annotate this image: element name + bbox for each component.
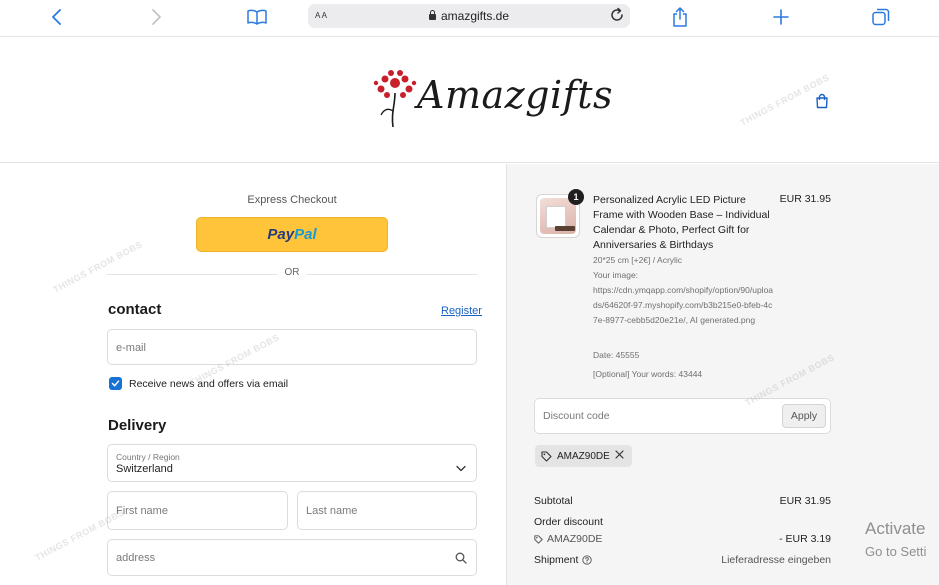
email-placeholder: e-mail [116, 342, 146, 354]
checkout-form: Express Checkout Pay Pal OR contact Regis… [0, 164, 506, 585]
paypal-label-pal: Pal [294, 226, 317, 243]
rose-icon [373, 70, 417, 128]
apply-button[interactable]: Apply [782, 404, 826, 428]
or-label: OR [284, 267, 300, 278]
new-tab-icon[interactable] [768, 6, 794, 28]
address-placeholder: address [116, 552, 156, 564]
email-field[interactable]: e-mail [107, 329, 477, 365]
product-price: EUR 31.95 [779, 193, 831, 205]
shipment-row: Shipment Lieferadresse eingeben [534, 554, 831, 566]
product-title: Personalized Acrylic LED Picture Frame w… [593, 194, 770, 251]
activate-windows-title: Activate [865, 519, 926, 538]
search-icon [455, 551, 467, 569]
shipment-label: Shipment [534, 554, 579, 566]
shopping-bag-icon[interactable] [814, 93, 830, 109]
subtotal-label: Subtotal [534, 495, 573, 507]
tabs-icon[interactable] [868, 6, 894, 28]
subtotal-value: EUR 31.95 [779, 495, 831, 507]
address-bar[interactable]: A A amazgifts.de [308, 4, 630, 28]
store-logo[interactable]: Amazgifts [373, 67, 612, 129]
checkmark-icon [111, 380, 120, 387]
words-line: [Optional] Your words: 43444 [593, 369, 703, 379]
discount-code-label: AMAZ90DE [547, 533, 603, 545]
url-text: amazgifts.de [440, 9, 510, 23]
delivery-heading: Delivery [108, 417, 167, 434]
activate-windows-subtitle: Go to Setti [865, 544, 927, 559]
back-icon[interactable] [44, 6, 70, 28]
store-header: Amazgifts [0, 37, 939, 163]
express-checkout-label: Express Checkout [247, 194, 337, 206]
tag-icon [534, 534, 543, 544]
address-field[interactable]: address [107, 539, 477, 576]
order-discount-label: Order discount [534, 516, 603, 528]
lock-icon [428, 10, 436, 20]
contact-heading: contact [108, 301, 162, 318]
paypal-button[interactable]: Pay Pal [196, 217, 388, 252]
discount-code-row: AMAZ90DE - EUR 3.19 [534, 533, 831, 547]
country-label: Country / Region [116, 452, 180, 462]
remove-discount-button[interactable] [615, 450, 624, 462]
applied-discount-chip: AMAZ90DE [535, 445, 632, 467]
applied-code-text: AMAZ90DE [557, 450, 610, 462]
first-name-field[interactable]: First name [107, 491, 288, 530]
newsletter-checkbox[interactable] [109, 377, 122, 390]
first-name-placeholder: First name [116, 505, 168, 517]
discount-placeholder: Discount code [543, 410, 610, 422]
close-icon [615, 450, 624, 459]
chevron-down-icon [456, 459, 466, 477]
register-link[interactable]: Register [441, 305, 482, 317]
logo-text: Amazgifts [417, 73, 613, 117]
reload-icon[interactable] [609, 7, 625, 28]
paypal-label-pay: Pay [267, 226, 295, 243]
newsletter-label[interactable]: Receive news and offers via email [129, 378, 288, 390]
shipment-value: Lieferadresse eingeben [721, 554, 831, 566]
last-name-field[interactable]: Last name [297, 491, 477, 530]
share-icon[interactable] [667, 6, 693, 28]
discount-value: - EUR 3.19 [779, 533, 831, 545]
help-icon[interactable] [582, 555, 593, 565]
date-line: Date: 45555 [593, 350, 640, 360]
subtotal-row: Subtotal EUR 31.95 [534, 495, 831, 507]
country-select[interactable]: Country / Region Switzerland [107, 444, 477, 482]
browser-toolbar: A A amazgifts.de [0, 0, 939, 37]
forward-icon[interactable] [143, 6, 169, 28]
or-divider: OR [107, 267, 477, 281]
tag-icon [541, 450, 552, 462]
order-discount-row: Order discount [534, 516, 831, 528]
bookmarks-icon[interactable] [244, 6, 270, 28]
image-url: https://cdn.ymqapp.com/shopify/option/90… [593, 285, 774, 325]
discount-code-field[interactable]: Discount code Apply [534, 398, 831, 434]
product-variant: 20*25 cm [+2€] / Acrylic [593, 255, 683, 265]
country-value: Switzerland [116, 463, 173, 475]
last-name-placeholder: Last name [306, 505, 358, 517]
quantity-badge: 1 [568, 189, 584, 205]
image-label: Your image: [593, 270, 639, 280]
